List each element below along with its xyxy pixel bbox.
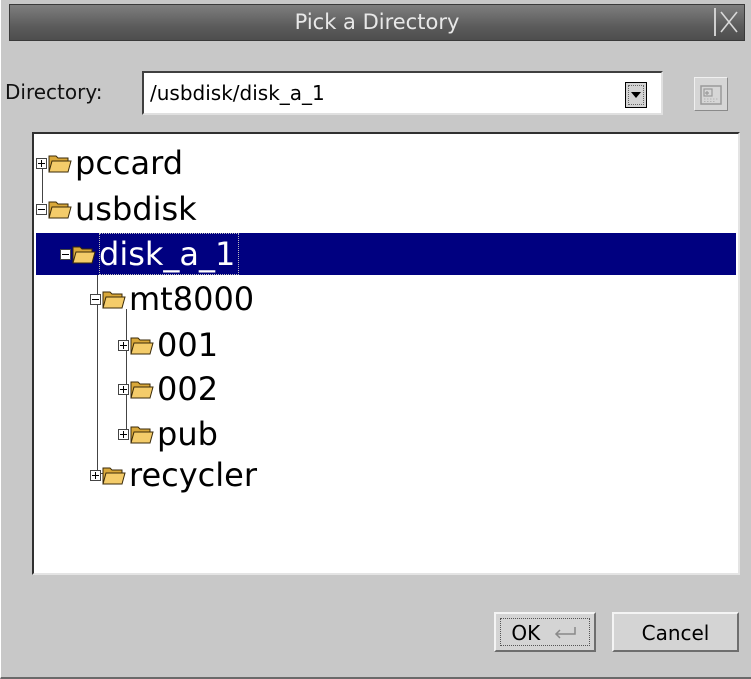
new-folder-button[interactable] [694, 77, 728, 111]
folder-icon [102, 291, 126, 309]
directory-tree[interactable]: pccard usbdisk disk_a_1 mt8000 001 002 p… [32, 132, 740, 575]
expand-icon[interactable] [36, 157, 47, 169]
expand-icon[interactable] [90, 469, 101, 481]
tree-item-label: disk_a_1 [99, 233, 240, 275]
folder-icon [48, 201, 72, 219]
folder-icon [48, 155, 72, 173]
window-title: Pick a Directory [294, 10, 460, 34]
enter-key-icon [554, 627, 576, 639]
expand-icon[interactable] [118, 383, 129, 395]
collapse-icon[interactable] [90, 293, 101, 305]
tree-item-label: recycler [129, 456, 257, 494]
expand-icon[interactable] [118, 428, 129, 440]
tree-item-001[interactable]: 001 [118, 324, 218, 366]
new-folder-icon [700, 85, 722, 105]
tree-item-pccard[interactable]: pccard [36, 142, 183, 184]
tree-item-recycler[interactable]: recycler [90, 454, 257, 496]
ok-button-label: OK [511, 621, 541, 645]
tree-item-mt8000[interactable]: mt8000 [90, 278, 254, 320]
tree-item-label: 002 [157, 370, 219, 408]
ok-button[interactable]: OK [494, 612, 596, 652]
tree-item-label: 001 [157, 326, 219, 364]
tree-item-disk-a-1[interactable]: disk_a_1 [36, 233, 736, 275]
title-bar[interactable]: Pick a Directory [9, 4, 745, 41]
folder-icon [130, 381, 154, 399]
directory-label: Directory: [5, 80, 103, 104]
folder-icon [72, 246, 96, 264]
folder-icon [130, 337, 154, 355]
expand-icon[interactable] [118, 339, 129, 351]
chevron-down-icon [631, 92, 641, 98]
collapse-icon[interactable] [36, 203, 47, 215]
cancel-button[interactable]: Cancel [612, 612, 739, 652]
folder-icon [102, 467, 126, 485]
tree-item-label: pub [157, 415, 218, 453]
tree-item-label: usbdisk [75, 190, 197, 228]
directory-dropdown-button[interactable] [625, 82, 647, 108]
cancel-button-inner: Cancel [618, 618, 733, 646]
ok-button-focus: OK [500, 618, 590, 646]
tree-item-usbdisk[interactable]: usbdisk [36, 188, 197, 230]
folder-icon [130, 426, 154, 444]
directory-combobox[interactable]: /usbdisk/disk_a_1 [142, 71, 663, 115]
cancel-button-label: Cancel [641, 621, 710, 645]
pick-directory-dialog: Pick a Directory Directory: /usbdisk/dis… [0, 0, 751, 679]
title-separator [714, 8, 716, 36]
close-icon[interactable] [718, 9, 740, 35]
tree-item-label: pccard [75, 144, 184, 182]
tree-item-pub[interactable]: pub [118, 413, 218, 455]
tree-item-002[interactable]: 002 [118, 368, 218, 410]
collapse-icon[interactable] [60, 248, 71, 260]
tree-item-label: mt8000 [129, 280, 255, 318]
directory-value[interactable]: /usbdisk/disk_a_1 [150, 73, 325, 113]
